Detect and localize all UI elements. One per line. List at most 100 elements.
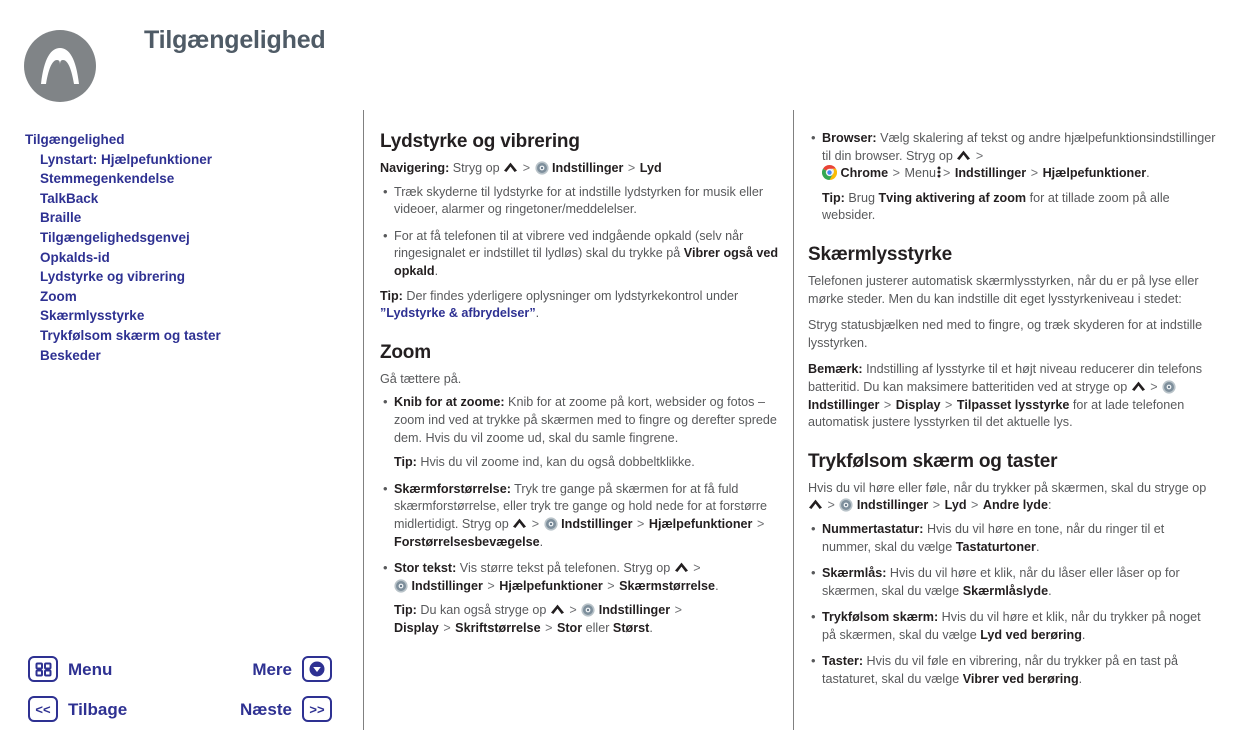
path-separator: >: [883, 397, 892, 412]
more-button-label: Mere: [252, 659, 292, 679]
list-item: Skærmlås: Hvis du vil høre et klik, når …: [808, 564, 1216, 600]
brightness-note: Bemærk: Indstilling af lysstyrke til et …: [808, 361, 1216, 431]
bullet-label-stor-tekst: Stor tekst:: [394, 561, 457, 576]
menu-button[interactable]: Menu: [28, 656, 112, 682]
sidebar-item-tilgaengelighed[interactable]: Tilgængelighed: [0, 130, 350, 150]
sidebar-item-skaermlysstyrke[interactable]: Skærmlysstyrke: [0, 306, 350, 326]
grid-icon: [28, 656, 58, 682]
zoom-bullet-list: Knib for at zoome: Knib for at zoome på …: [380, 393, 780, 637]
path-step-settings: Indstillinger: [561, 516, 633, 531]
more-button[interactable]: Mere: [252, 656, 332, 682]
settings-gear-icon: [544, 517, 558, 531]
sidebar-item-talkback[interactable]: TalkBack: [0, 189, 350, 209]
path-step-stoerst: Størst: [612, 620, 650, 635]
sidebar-item-lydstyrke-og-vibrering[interactable]: Lydstyrke og vibrering: [0, 267, 350, 287]
bottom-nav-row-bottom: << Tilbage Næste >>: [0, 696, 350, 736]
tip-text: Der findes yderligere oplysninger om lyd…: [402, 288, 739, 303]
sentence-period: .: [1081, 627, 1086, 642]
double-chevron-right-icon: >>: [302, 696, 332, 722]
sidebar-item-opkalds-id[interactable]: Opkalds-id: [0, 248, 350, 268]
intro-text: Hvis du vil høre eller føle, når du tryk…: [808, 480, 1207, 495]
menu-button-label: Menu: [68, 659, 113, 679]
sidebar-item-tilgaengelighedsgenvej[interactable]: Tilgængelighedsgenvej: [0, 228, 350, 248]
sentence-period: .: [539, 534, 544, 549]
path-step-sound: Lyd: [944, 498, 967, 513]
bullet-text: Vis større tekst på telefonen. Stryg op: [456, 561, 671, 576]
middle-content-column: Lydstyrke og vibrering Navigering: Stryg…: [380, 130, 780, 643]
path-separator: >: [971, 498, 979, 513]
page-header: Tilgængelighed: [0, 0, 1235, 110]
next-button[interactable]: Næste >>: [240, 696, 332, 722]
sentence-period: .: [649, 620, 653, 635]
path-step-adaptive-brightness: Tilpasset lysstyrke: [956, 397, 1070, 412]
bullet-label-trykfoelsom-skaerm: Trykfølsom skærm:: [822, 610, 939, 625]
column-divider-left: [363, 110, 364, 730]
settings-gear-icon: [1162, 380, 1176, 394]
conjunction-eller: eller: [582, 620, 613, 635]
bottom-nav-row-top: Menu Mere: [0, 656, 350, 696]
sidebar-item-lynstart[interactable]: Lynstart: Hjælpefunktioner: [0, 150, 350, 170]
sentence-period: .: [1048, 583, 1052, 598]
section-heading-zoom: Zoom: [380, 341, 431, 363]
path-step-settings: Indstillinger: [808, 397, 880, 412]
path-step-settings: Indstillinger: [411, 578, 483, 593]
chrome-icon: [822, 165, 837, 181]
tip-link-lydstyrke-afbrydelser[interactable]: ”Lydstyrke & afbrydelser”: [380, 306, 536, 320]
list-item: Taster: Hvis du vil føle en vibrering, n…: [808, 652, 1216, 688]
settings-gear-icon: [581, 603, 595, 617]
sidebar-item-beskeder[interactable]: Beskeder: [0, 346, 350, 366]
bullet-text-bold: Vibrer ved berøring: [962, 672, 1079, 687]
nav-step-sound: Lyd: [639, 161, 662, 175]
tip-text-bold: Tving aktivering af zoom: [878, 190, 1027, 205]
sidebar-item-stemmegenkendelse[interactable]: Stemmegenkendelse: [0, 169, 350, 189]
path-separator: >: [531, 516, 540, 531]
path-separator: >: [975, 148, 984, 163]
tip-text-a: Brug: [844, 190, 879, 205]
path-separator: >: [545, 620, 553, 635]
list-item: Nummertastatur: Hvis du vil høre en tone…: [808, 520, 1216, 556]
colon: :: [1047, 498, 1052, 513]
tip-text: Hvis du vil zoome ind, kan du også dobbe…: [416, 455, 695, 470]
section-heading-skaermlysstyrke: Skærmlysstyrke: [808, 243, 953, 265]
list-item: Skærmforstørrelse: Tryk tre gange på skæ…: [380, 480, 780, 551]
path-step-stor: Stor: [556, 620, 583, 635]
path-step-fontsize: Skriftstørrelse: [455, 620, 541, 635]
next-button-label: Næste: [240, 699, 292, 719]
brightness-paragraph-2: Stryg statusbjælken ned med to fingre, o…: [808, 318, 1203, 350]
chevron-up-icon: [512, 517, 527, 529]
bullet-text-bold: Skærmlåslyde: [962, 583, 1049, 598]
bullet-text: Træk skyderne til lydstyrke for at indst…: [394, 184, 764, 217]
bullet-label-browser: Browser:: [822, 131, 877, 145]
path-separator: >: [487, 578, 495, 593]
navigation-path-lydstyrke: Navigering: Stryg op > Indstillinger > L…: [380, 160, 780, 178]
back-button[interactable]: << Tilbage: [28, 696, 127, 722]
path-step-accessibility: Hjælpefunktioner: [499, 578, 603, 593]
sentence-period: .: [1035, 539, 1040, 554]
path-separator: >: [693, 561, 701, 576]
sidebar-item-zoom[interactable]: Zoom: [0, 287, 350, 307]
lydstyrke-bullet-list: Træk skyderne til lydstyrke for at indst…: [380, 183, 780, 281]
touch-bullet-list: Nummertastatur: Hvis du vil høre en tone…: [808, 520, 1216, 689]
path-separator: >: [932, 498, 941, 513]
right-content-column: Browser: Vælg skalering af tekst og andr…: [808, 129, 1216, 695]
bullet-text-bold: Lyd ved berøring: [980, 627, 1082, 642]
list-item: For at få telefonen til at vibrere ved i…: [380, 227, 780, 281]
motorola-logo: [24, 30, 96, 102]
list-item: Træk skyderne til lydstyrke for at indst…: [380, 183, 780, 219]
chevron-up-icon: [1131, 380, 1146, 392]
path-step-settings: Indstillinger: [856, 498, 929, 513]
bullet-label-taster: Taster:: [822, 654, 864, 669]
touch-intro-path: Hvis du vil høre eller føle, når du tryk…: [808, 480, 1216, 515]
sidebar-item-trykfoelsom-skaerm-og-taster[interactable]: Trykfølsom skærm og taster: [0, 326, 350, 346]
path-separator: >: [756, 516, 765, 531]
path-step-magnification: Forstørrelsesbevægelse: [394, 534, 540, 549]
path-separator: >: [522, 161, 531, 175]
path-separator: >: [637, 516, 645, 531]
browser-bullet-list: Browser: Vælg skalering af tekst og andr…: [808, 129, 1216, 225]
chevron-up-icon: [503, 161, 518, 173]
tip-lydstyrke: Tip: Der findes yderligere oplysninger o…: [380, 288, 780, 323]
bullet-label-knib: Knib for at zoome:: [394, 395, 505, 410]
sidebar-item-braille[interactable]: Braille: [0, 208, 350, 228]
path-step-chrome: Chrome: [840, 166, 889, 181]
section-heading-trykfoelsom: Trykfølsom skærm og taster: [808, 450, 1058, 472]
